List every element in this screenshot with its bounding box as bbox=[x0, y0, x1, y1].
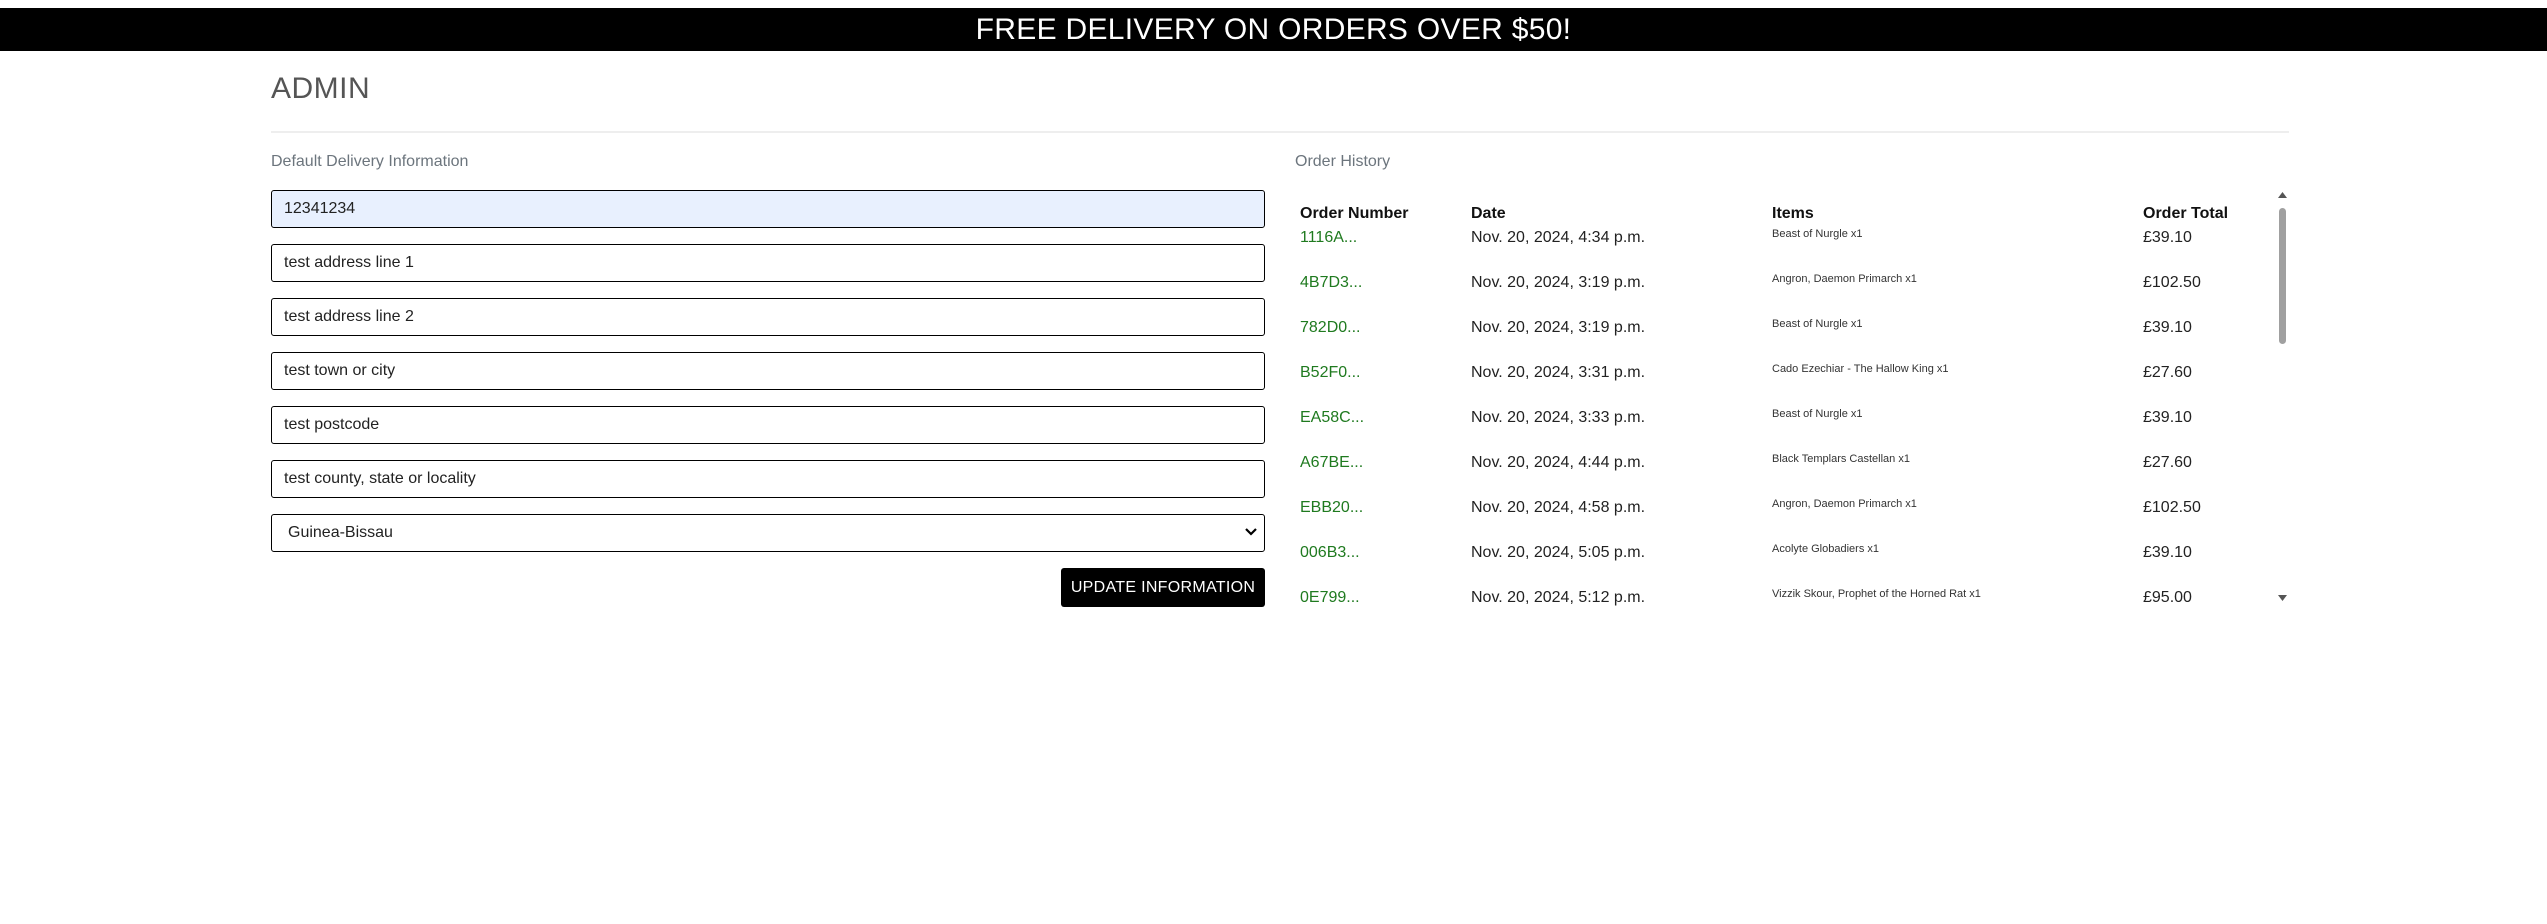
order-items: Cado Ezechiar - The Hallow King x1 bbox=[1772, 363, 1949, 375]
order-total: £102.50 bbox=[2143, 499, 2201, 516]
order-history-scrollbar[interactable] bbox=[2276, 190, 2289, 608]
order-history-table[interactable]: Order Number Date Items Order Total 1116… bbox=[1295, 190, 2289, 608]
order-number-link[interactable]: 1116A... bbox=[1300, 229, 1357, 247]
order-date: Nov. 20, 2024, 3:19 p.m. bbox=[1471, 274, 1646, 291]
order-items: Angron, Daemon Primarch x1 bbox=[1772, 273, 1917, 285]
county-value: test county, state or locality bbox=[284, 470, 476, 487]
update-information-label: UPDATE INFORMATION bbox=[1070, 578, 1256, 596]
phone-field[interactable]: 12341234 bbox=[271, 190, 1265, 228]
order-total: £39.10 bbox=[2143, 409, 2192, 426]
table-row: B52F0... Nov. 20, 2024, 3:31 p.m. Cado Eze… bbox=[1295, 363, 2275, 394]
postcode-field[interactable]: test postcode bbox=[271, 406, 1265, 444]
promo-banner: FREE DELIVERY ON ORDERS OVER $50! bbox=[0, 8, 2547, 51]
order-number-link[interactable]: 006B3... bbox=[1300, 544, 1360, 562]
postcode-value: test postcode bbox=[284, 416, 380, 433]
table-row: 4B7D3... Nov. 20, 2024, 3:19 p.m. Angron, … bbox=[1295, 273, 2275, 304]
country-select[interactable]: Guinea-Bissau bbox=[271, 514, 1265, 552]
order-number-link[interactable]: B52F0... bbox=[1300, 364, 1360, 382]
scroll-down-arrow-icon[interactable] bbox=[2276, 593, 2289, 603]
scroll-thumb[interactable] bbox=[2279, 208, 2286, 344]
order-number-link[interactable]: EBB20... bbox=[1300, 499, 1363, 517]
header-order-number: Order Number bbox=[1300, 205, 1409, 222]
header-items: Items bbox=[1772, 205, 1814, 222]
order-total: £39.10 bbox=[2143, 229, 2192, 246]
order-items: Vizzik Skour, Prophet of the Horned Rat … bbox=[1772, 588, 1981, 600]
table-row: EA58C... Nov. 20, 2024, 3:33 p.m. Beast of… bbox=[1295, 408, 2275, 439]
order-items: Black Templars Castellan x1 bbox=[1772, 453, 1910, 465]
chevron-down-icon bbox=[1244, 524, 1258, 542]
order-date: Nov. 20, 2024, 5:12 p.m. bbox=[1471, 589, 1646, 606]
order-number-link[interactable]: 4B7D3... bbox=[1300, 274, 1362, 292]
scroll-up-arrow-icon[interactable] bbox=[2276, 190, 2289, 200]
order-total: £27.60 bbox=[2143, 364, 2192, 381]
order-items: Beast of Nurgle x1 bbox=[1772, 228, 1863, 240]
delivery-section-label: Default Delivery Information bbox=[271, 153, 469, 170]
update-information-button[interactable]: UPDATE INFORMATION bbox=[1061, 568, 1265, 607]
town-or-city-field[interactable]: test town or city bbox=[271, 352, 1265, 390]
table-row: 1116A... Nov. 20, 2024, 4:34 p.m. Beast of… bbox=[1295, 228, 2275, 259]
order-date: Nov. 20, 2024, 4:44 p.m. bbox=[1471, 454, 1646, 471]
order-date: Nov. 20, 2024, 4:34 p.m. bbox=[1471, 229, 1646, 246]
order-total: £95.00 bbox=[2143, 589, 2192, 606]
order-date: Nov. 20, 2024, 3:31 p.m. bbox=[1471, 364, 1646, 381]
table-row: A67BE... Nov. 20, 2024, 4:44 p.m. Black Te… bbox=[1295, 453, 2275, 484]
address-line-2-field[interactable]: test address line 2 bbox=[271, 298, 1265, 336]
country-select-value: Guinea-Bissau bbox=[288, 524, 393, 541]
order-history-label: Order History bbox=[1295, 153, 1391, 170]
order-total: £102.50 bbox=[2143, 274, 2201, 291]
order-number-link[interactable]: A67BE... bbox=[1300, 454, 1363, 472]
order-total: £39.10 bbox=[2143, 319, 2192, 336]
county-field[interactable]: test county, state or locality bbox=[271, 460, 1265, 498]
town-or-city-value: test town or city bbox=[284, 362, 396, 379]
order-date: Nov. 20, 2024, 4:58 p.m. bbox=[1471, 499, 1646, 516]
order-number-link[interactable]: 0E799... bbox=[1300, 589, 1360, 607]
address-line-1-field[interactable]: test address line 1 bbox=[271, 244, 1265, 282]
address-line-1-value: test address line 1 bbox=[284, 254, 414, 271]
promo-banner-text: FREE DELIVERY ON ORDERS OVER $50! bbox=[975, 12, 1572, 46]
table-row: 0E799... Nov. 20, 2024, 5:12 p.m. Vizzik S… bbox=[1295, 588, 2275, 608]
page-title: ADMIN bbox=[271, 72, 371, 105]
table-row: 782D0... Nov. 20, 2024, 3:19 p.m. Beast of… bbox=[1295, 318, 2275, 349]
order-date: Nov. 20, 2024, 5:05 p.m. bbox=[1471, 544, 1646, 561]
order-number-link[interactable]: 782D0... bbox=[1300, 319, 1360, 337]
table-row: 006B3... Nov. 20, 2024, 5:05 p.m. Acolyte … bbox=[1295, 543, 2275, 574]
order-total: £27.60 bbox=[2143, 454, 2192, 471]
order-number-link[interactable]: EA58C... bbox=[1300, 409, 1364, 427]
order-items: Angron, Daemon Primarch x1 bbox=[1772, 498, 1917, 510]
table-row: EBB20... Nov. 20, 2024, 4:58 p.m. Angron, … bbox=[1295, 498, 2275, 529]
header-date: Date bbox=[1471, 205, 1506, 222]
order-total: £39.10 bbox=[2143, 544, 2192, 561]
order-items: Beast of Nurgle x1 bbox=[1772, 318, 1863, 330]
header-order-total: Order Total bbox=[2143, 205, 2229, 222]
order-date: Nov. 20, 2024, 3:19 p.m. bbox=[1471, 319, 1646, 336]
divider bbox=[271, 131, 2289, 133]
address-line-2-value: test address line 2 bbox=[284, 308, 414, 325]
order-date: Nov. 20, 2024, 3:33 p.m. bbox=[1471, 409, 1646, 426]
order-items: Acolyte Globadiers x1 bbox=[1772, 543, 1879, 555]
order-items: Beast of Nurgle x1 bbox=[1772, 408, 1863, 420]
phone-field-value: 12341234 bbox=[284, 200, 356, 217]
